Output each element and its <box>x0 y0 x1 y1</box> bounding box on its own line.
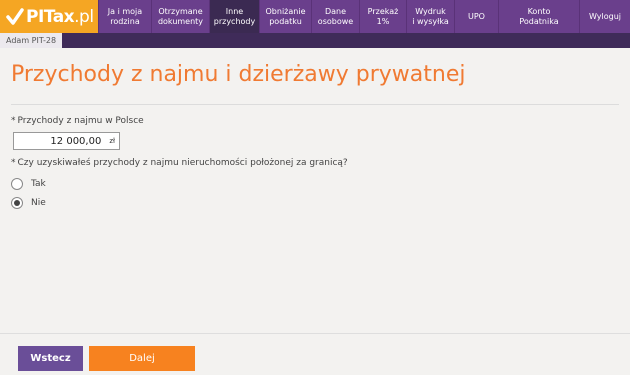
currency-unit: zł <box>109 137 115 145</box>
sub-navigation: Adam PIT-28 <box>0 33 630 48</box>
page-title: Przychody z najmu i dzierżawy prywatnej <box>11 62 466 87</box>
radio-button-tak[interactable] <box>11 178 23 190</box>
nav-item-obnizanie-podatku[interactable]: Obniżanie podatku <box>259 0 311 33</box>
amount-value: 12 000,00 <box>50 135 102 147</box>
radio-label-tak: Tak <box>31 179 46 189</box>
pitax-logo[interactable]: PITax.pl <box>0 0 98 33</box>
nav-item-wyloguj[interactable]: Wyloguj <box>579 0 630 33</box>
nav-item-upo[interactable]: UPO <box>454 0 498 33</box>
page: PITax.pl Ja i moja rodzina Otrzymane dokum… <box>0 0 630 375</box>
nav-item-ja-i-moja-rodzina[interactable]: Ja i moja rodzina <box>98 0 151 33</box>
rental-income-input[interactable]: 12 000,00 zł <box>13 132 120 150</box>
top-navigation: PITax.pl Ja i moja rodzina Otrzymane dokum… <box>0 0 630 33</box>
logo-text: PITax.pl <box>26 6 94 27</box>
nav-item-dane-osobowe[interactable]: Dane osobowe <box>311 0 359 33</box>
nav-item-przekaz-1-procent[interactable]: Przekaż 1% <box>359 0 406 33</box>
radio-option-nie[interactable]: Nie <box>11 197 46 209</box>
required-asterisk: * <box>11 158 16 168</box>
question-label: Czy uzyskiwałeś przychody z najmu nieruc… <box>17 158 348 168</box>
next-button[interactable]: Dalej <box>89 346 195 371</box>
question-rental-income-poland: * Przychody z najmu w Polsce <box>11 116 144 126</box>
question-rental-income-abroad: * Czy uzyskiwałeś przychody z najmu nieru… <box>11 158 348 168</box>
radio-button-nie[interactable] <box>11 197 23 209</box>
back-button[interactable]: Wstecz <box>18 346 83 371</box>
title-divider <box>11 104 619 105</box>
nav-item-konto-podatnika[interactable]: Konto Podatnika <box>498 0 579 33</box>
tab-person-pit[interactable]: Adam PIT-28 <box>0 33 63 48</box>
nav-items: Ja i moja rodzina Otrzymane dokumenty Inne… <box>98 0 630 33</box>
radio-label-nie: Nie <box>31 198 46 208</box>
radio-option-tak[interactable]: Tak <box>11 178 46 190</box>
question-label: Przychody z najmu w Polsce <box>17 116 144 126</box>
footer-divider <box>0 333 630 334</box>
nav-item-inne-przychody[interactable]: Inne przychody <box>209 0 259 33</box>
nav-item-wydruk-i-wysylka[interactable]: Wydruk i wysyłka <box>406 0 454 33</box>
checkmark-logo-icon <box>6 7 24 25</box>
required-asterisk: * <box>11 116 16 126</box>
nav-item-otrzymane-dokumenty[interactable]: Otrzymane dokumenty <box>151 0 209 33</box>
